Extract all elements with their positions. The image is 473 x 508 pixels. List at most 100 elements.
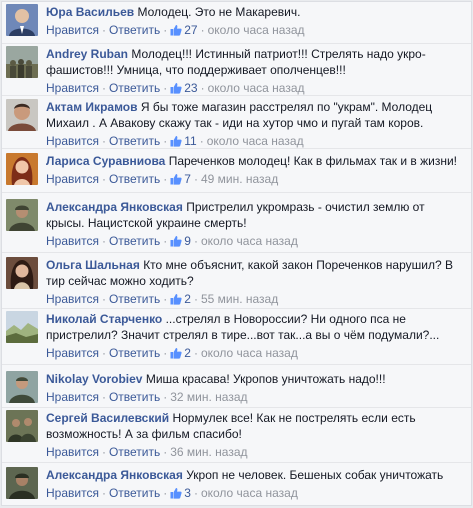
- reply-link[interactable]: Ответить: [109, 23, 160, 37]
- comment-timestamp[interactable]: около часа назад: [208, 23, 305, 37]
- reply-link[interactable]: Ответить: [109, 292, 160, 306]
- comment-meta: Нравится · Ответить · 27 · около часа назад: [46, 22, 465, 38]
- avatar[interactable]: [6, 371, 38, 403]
- reply-link[interactable]: Ответить: [109, 346, 160, 360]
- comment-author[interactable]: Nikolay Vorobiev: [46, 372, 142, 386]
- comment-author[interactable]: Актам Икрамов: [46, 100, 138, 114]
- avatar-soldier-icon: [6, 199, 38, 231]
- separator-dot: ·: [101, 81, 106, 95]
- comment-author[interactable]: Сергей Василевский: [46, 411, 169, 425]
- thumbs-up-icon[interactable]: [170, 135, 182, 147]
- comment-meta: Нравится · Ответить · 2 · около часа назад: [46, 345, 465, 361]
- comment-timestamp[interactable]: около часа назад: [201, 234, 298, 248]
- avatar-man-icon: [6, 99, 38, 131]
- separator-dot: ·: [200, 23, 205, 37]
- like-count[interactable]: 2: [184, 346, 191, 360]
- comment-meta: Нравится · Ответить · 32 мин. назад: [46, 389, 465, 405]
- reply-link[interactable]: Ответить: [109, 445, 160, 459]
- comment-timestamp[interactable]: 49 мин. назад: [201, 172, 278, 186]
- avatar-woman-icon: [6, 257, 38, 289]
- avatar[interactable]: [6, 467, 38, 499]
- comment-timestamp[interactable]: около часа назад: [208, 81, 305, 95]
- like-link[interactable]: Нравится: [46, 81, 99, 95]
- like-link[interactable]: Нравится: [46, 234, 99, 248]
- like-link[interactable]: Нравится: [46, 172, 99, 186]
- divider: [2, 462, 471, 463]
- avatar-man-suit-icon: [6, 4, 38, 36]
- comment-author[interactable]: Юра Васильев: [46, 5, 134, 19]
- separator-dot: ·: [163, 234, 168, 248]
- like-link[interactable]: Нравится: [46, 486, 99, 500]
- separator-dot: ·: [163, 172, 168, 186]
- comment-meta: Нравится · Ответить · 11 · около часа назад: [46, 133, 465, 149]
- like-link[interactable]: Нравится: [46, 292, 99, 306]
- comment-author[interactable]: Александра Янковская: [46, 200, 183, 214]
- avatar[interactable]: [6, 153, 38, 185]
- like-link[interactable]: Нравится: [46, 346, 99, 360]
- like-link[interactable]: Нравится: [46, 390, 99, 404]
- avatar[interactable]: [6, 311, 38, 343]
- comment-timestamp[interactable]: около часа назад: [201, 486, 298, 500]
- like-link[interactable]: Нравится: [46, 445, 99, 459]
- separator-dot: ·: [163, 81, 168, 95]
- comment-author[interactable]: Andrey Ruban: [46, 47, 128, 61]
- like-link[interactable]: Нравится: [46, 134, 99, 148]
- comment-author[interactable]: Александра Янковская: [46, 468, 183, 482]
- comment-meta: Нравится · Ответить · 36 мин. назад: [46, 444, 465, 460]
- thumbs-up-icon[interactable]: [170, 347, 182, 359]
- avatar-crowd-icon: [6, 46, 38, 78]
- reply-link[interactable]: Ответить: [109, 172, 160, 186]
- separator-dot: ·: [101, 346, 106, 360]
- reply-link[interactable]: Ответить: [109, 134, 160, 148]
- like-count[interactable]: 11: [184, 134, 196, 148]
- comment-timestamp[interactable]: 55 мин. назад: [201, 292, 278, 306]
- separator-dot: ·: [101, 23, 106, 37]
- avatar[interactable]: [6, 199, 38, 231]
- comment-author[interactable]: Ольга Шальная: [46, 258, 140, 272]
- like-count[interactable]: 23: [184, 81, 197, 95]
- avatar-landscape-icon: [6, 311, 38, 343]
- like-count[interactable]: 3: [184, 486, 191, 500]
- thumbs-up-icon[interactable]: [170, 24, 182, 36]
- reply-link[interactable]: Ответить: [109, 81, 160, 95]
- comment-timestamp[interactable]: 36 мин. назад: [170, 445, 247, 459]
- thumbs-up-icon[interactable]: [170, 487, 182, 499]
- comment-meta: Нравится · Ответить · 3 · около часа назад: [46, 485, 465, 501]
- thumbs-up-icon[interactable]: [170, 82, 182, 94]
- thumbs-up-icon[interactable]: [170, 293, 182, 305]
- avatar[interactable]: [6, 257, 38, 289]
- thumbs-up-icon[interactable]: [170, 173, 182, 185]
- comment-text: Укроп не человек. Бешеных собак уничтожа…: [186, 468, 444, 482]
- reply-link[interactable]: Ответить: [109, 234, 160, 248]
- separator-dot: ·: [193, 346, 198, 360]
- like-link[interactable]: Нравится: [46, 23, 99, 37]
- reply-link[interactable]: Ответить: [109, 390, 160, 404]
- comment-text: Молодец. Это не Макаревич.: [137, 5, 301, 19]
- like-count[interactable]: 2: [184, 292, 191, 306]
- like-count[interactable]: 27: [184, 23, 197, 37]
- comment-author[interactable]: Николай Старченко: [46, 312, 162, 326]
- comment-meta: Нравится · Ответить · 2 · 55 мин. назад: [46, 291, 465, 307]
- like-count[interactable]: 9: [184, 234, 191, 248]
- separator-dot: ·: [163, 292, 168, 306]
- divider: [2, 192, 471, 193]
- avatar[interactable]: [6, 410, 38, 442]
- comment-meta: Нравится · Ответить · 23 · около часа назад: [46, 80, 465, 96]
- avatar[interactable]: [6, 4, 38, 36]
- comments-panel: Юра Васильев Молодец. Это не Макаревич. …: [1, 1, 472, 506]
- comment-timestamp[interactable]: около часа назад: [201, 346, 298, 360]
- comment-author[interactable]: Лариса Суравниова: [46, 154, 165, 168]
- divider: [2, 308, 471, 309]
- avatar[interactable]: [6, 99, 38, 131]
- avatar[interactable]: [6, 46, 38, 78]
- separator-dot: ·: [163, 23, 168, 37]
- thumbs-up-icon[interactable]: [170, 235, 182, 247]
- avatar-woman-red-icon: [6, 153, 38, 185]
- comment-timestamp[interactable]: около часа назад: [207, 134, 304, 148]
- like-count[interactable]: 7: [184, 172, 191, 186]
- reply-link[interactable]: Ответить: [109, 486, 160, 500]
- comment-text: Пареченков молодец! Как в фильмах так и …: [168, 154, 457, 168]
- comment-timestamp[interactable]: 32 мин. назад: [170, 390, 247, 404]
- separator-dot: ·: [101, 292, 106, 306]
- separator-dot: ·: [101, 445, 106, 459]
